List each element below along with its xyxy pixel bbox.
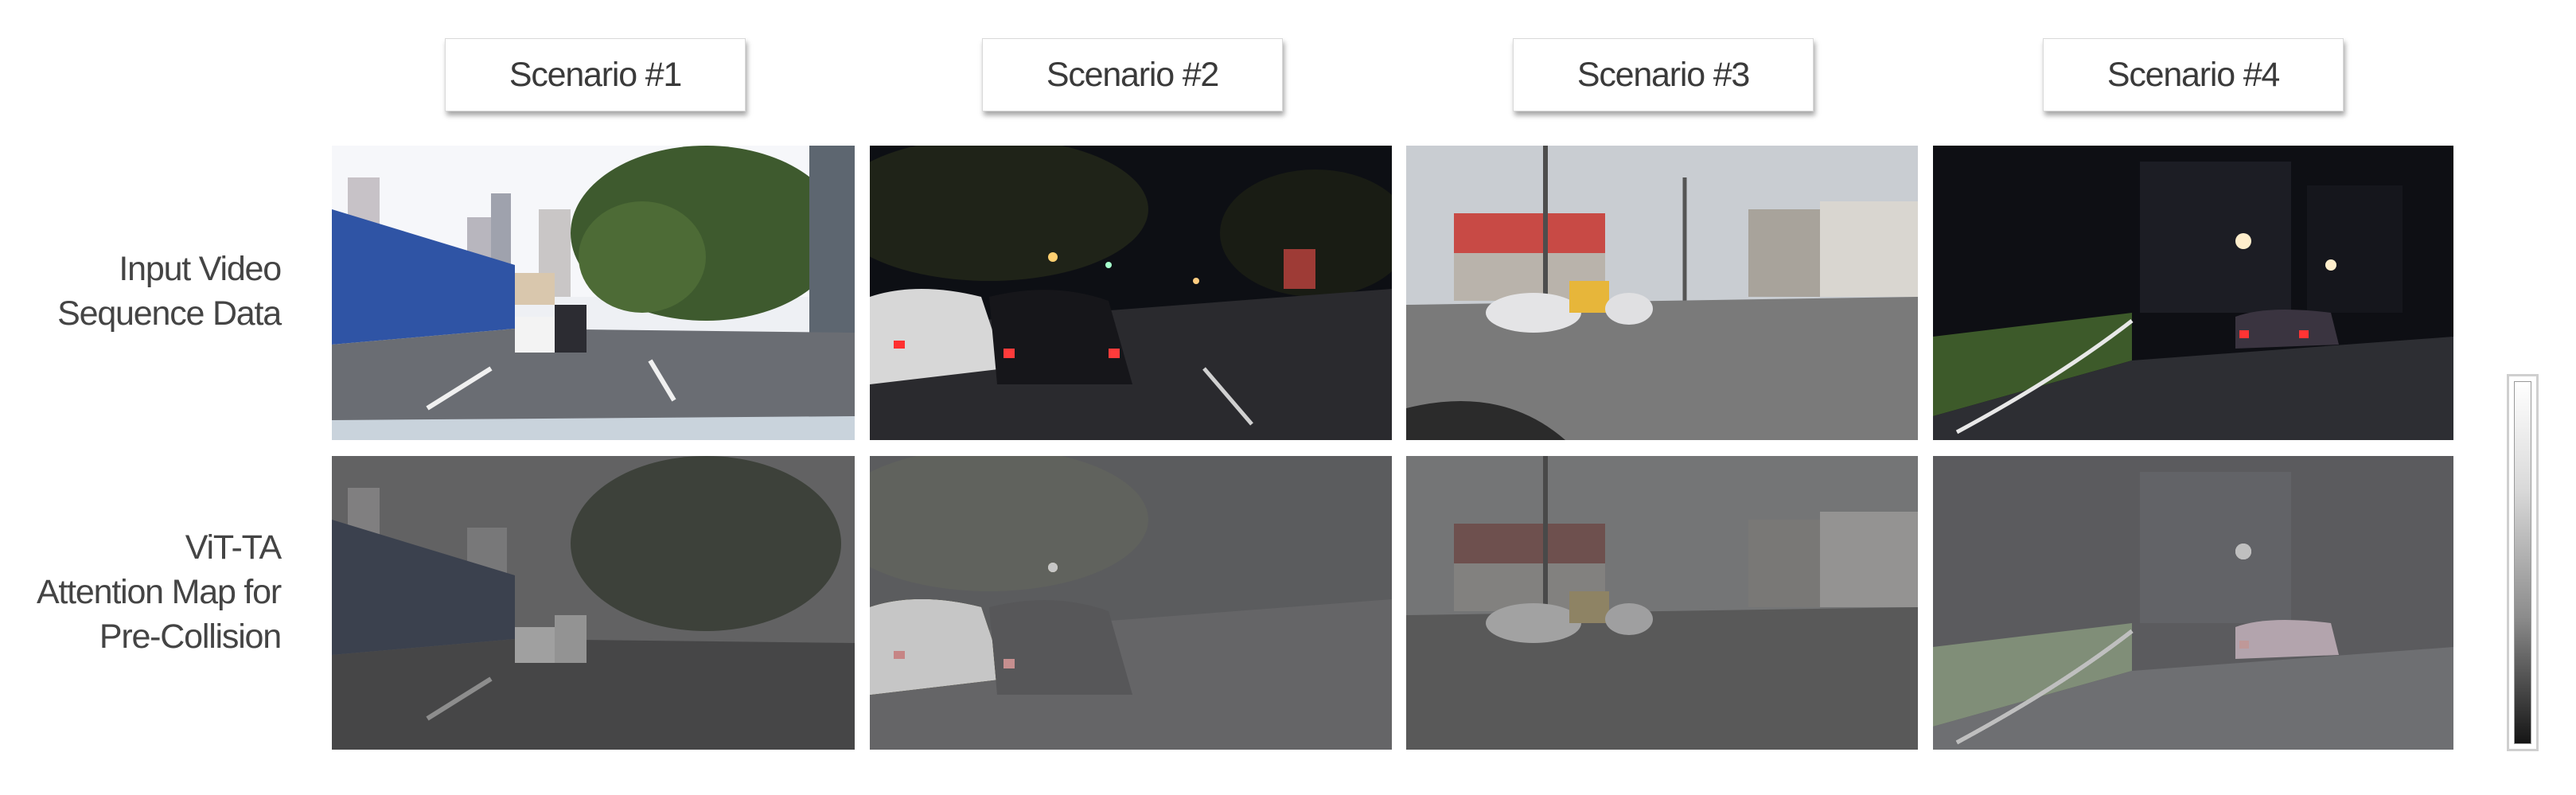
row-label-attention-line1: ViT-TA bbox=[185, 528, 282, 567]
input-frame-scenario-2 bbox=[870, 146, 1392, 440]
row-label-attention-line3: Pre-Collision bbox=[99, 618, 282, 656]
attention-frame-scenario-2 bbox=[870, 456, 1392, 750]
colorbar-gradient bbox=[2514, 381, 2531, 744]
scenario-2-header: Scenario #2 bbox=[982, 38, 1283, 111]
scenario-4-header: Scenario #4 bbox=[2043, 38, 2344, 111]
row-label-attention-line2: Attention Map for bbox=[36, 573, 282, 611]
input-frame-scenario-3 bbox=[1406, 146, 1918, 440]
attention-frame-scenario-4 bbox=[1933, 456, 2453, 750]
row-label-attention: ViT-TA Attention Map for Pre-Collision bbox=[36, 525, 282, 659]
attention-frame-scenario-1 bbox=[332, 456, 855, 750]
row-label-input: Input Video Sequence Data bbox=[57, 247, 282, 336]
scenario-3-header: Scenario #3 bbox=[1513, 38, 1814, 111]
attention-colorbar bbox=[2507, 374, 2539, 751]
input-frame-scenario-4 bbox=[1933, 146, 2453, 440]
scenario-1-header: Scenario #1 bbox=[445, 38, 746, 111]
row-label-input-line2: Sequence Data bbox=[57, 294, 282, 333]
input-frame-scenario-1 bbox=[332, 146, 855, 440]
row-label-input-line1: Input Video bbox=[119, 250, 282, 288]
attention-frame-scenario-3 bbox=[1406, 456, 1918, 750]
